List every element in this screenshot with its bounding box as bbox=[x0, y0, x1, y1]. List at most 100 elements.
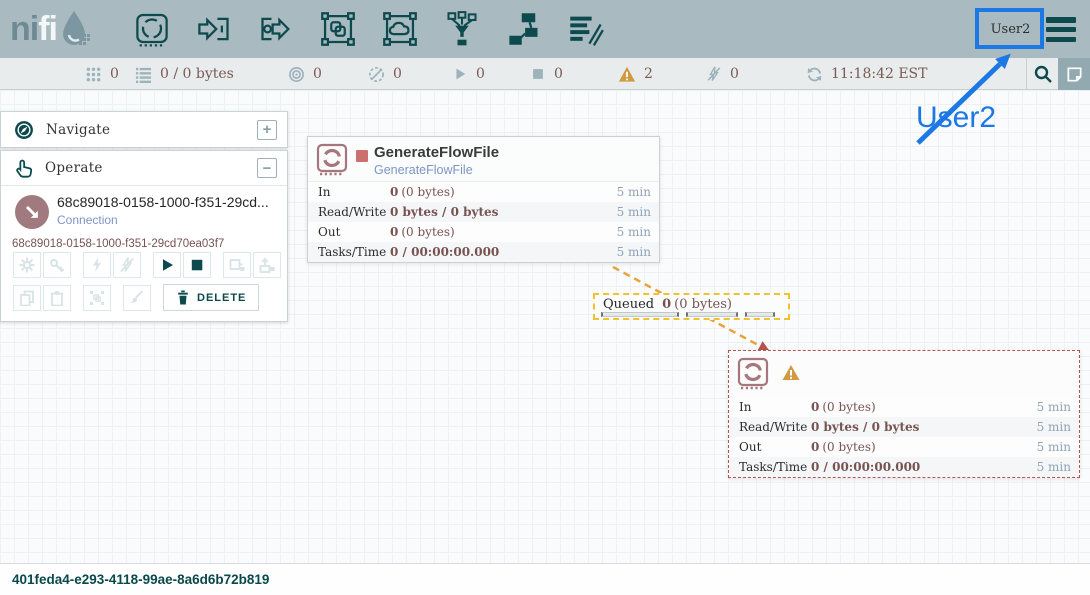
lightning-icon bbox=[89, 257, 105, 273]
queued-count: 0 bbox=[662, 297, 671, 312]
stat-row-out: Out 0(0 bytes) 5 min bbox=[308, 222, 659, 242]
status-count: 2 bbox=[644, 66, 653, 82]
remote-process-group-button[interactable] bbox=[381, 10, 419, 48]
status-count: 0 / 0 bytes bbox=[160, 66, 234, 82]
stat-row-in: In 0(0 bytes) 5 min bbox=[308, 182, 659, 202]
trash-icon bbox=[176, 290, 190, 305]
navigate-panel: Navigate + bbox=[0, 111, 288, 148]
processor-new-selected[interactable]: In 0(0 bytes) 5 min Read/Write 0 bytes /… bbox=[728, 350, 1080, 478]
menu-bar bbox=[1046, 27, 1076, 33]
copy-icon bbox=[19, 290, 35, 306]
paste-button[interactable] bbox=[43, 285, 71, 311]
enable-button[interactable] bbox=[83, 252, 111, 278]
funnel-button[interactable] bbox=[443, 10, 481, 48]
sticky-note-icon bbox=[1065, 65, 1084, 84]
operate-panel: Operate − 68c89018-0158-1000-f351-29cd..… bbox=[0, 150, 288, 322]
processor-generate-flow-file[interactable]: GenerateFlowFile GenerateFlowFile In 0(0… bbox=[307, 136, 660, 263]
selected-component-type: Connection bbox=[57, 213, 118, 227]
copy-button[interactable] bbox=[13, 285, 41, 311]
processor-type: GenerateFlowFile bbox=[374, 163, 473, 177]
color-button[interactable] bbox=[123, 285, 151, 311]
upload-template-icon bbox=[259, 257, 275, 273]
bulletin-panel-button[interactable] bbox=[1058, 58, 1090, 90]
nifi-app: nifi bbox=[0, 0, 1090, 595]
selected-component-name: 68c89018-0158-1000-f351-29cd... bbox=[57, 194, 279, 210]
process-group-button[interactable] bbox=[319, 10, 357, 48]
delete-label: DELETE bbox=[197, 292, 246, 304]
label-button[interactable] bbox=[567, 10, 605, 48]
input-port-button[interactable] bbox=[195, 10, 233, 48]
status-queued: 0 / 0 bytes bbox=[135, 58, 234, 90]
output-port-icon bbox=[258, 11, 294, 47]
operate-collapse-button[interactable]: − bbox=[257, 158, 277, 178]
flow-status-bar: 0 0 / 0 bytes 0 0 bbox=[0, 58, 1090, 90]
stat-row-tasks: Tasks/Time 0 / 00:00:00.000 5 min bbox=[729, 457, 1079, 477]
global-menu-button[interactable] bbox=[1046, 17, 1076, 42]
stat-row-out: Out 0(0 bytes) 5 min bbox=[729, 437, 1079, 457]
queued-list-icon bbox=[135, 66, 152, 83]
output-port-button[interactable] bbox=[257, 10, 295, 48]
status-last-refresh: 11:18:42 EST bbox=[806, 58, 927, 90]
group-button[interactable] bbox=[83, 285, 111, 311]
paste-icon bbox=[49, 290, 65, 306]
process-group-id: 401feda4-e293-4118-99ae-8a6d6b72b819 bbox=[12, 572, 269, 587]
status-count: 0 bbox=[313, 66, 322, 82]
navigate-title: Navigate bbox=[46, 122, 257, 138]
menu-bar bbox=[1046, 17, 1076, 23]
processor-title: GenerateFlowFile bbox=[374, 144, 499, 161]
stop-icon bbox=[189, 257, 205, 273]
save-template-icon bbox=[229, 257, 245, 273]
template-icon bbox=[506, 11, 542, 47]
processor-icon bbox=[134, 11, 170, 47]
disable-button[interactable] bbox=[113, 252, 141, 278]
group-icon bbox=[89, 290, 105, 306]
hand-pointer-icon bbox=[13, 158, 34, 179]
operate-buttons-row-1 bbox=[13, 252, 283, 278]
queued-size: (0 bytes) bbox=[674, 297, 732, 312]
current-user-label: User2 bbox=[977, 10, 1044, 48]
create-template-button[interactable] bbox=[223, 252, 251, 278]
stop-button[interactable] bbox=[183, 252, 211, 278]
processor-button[interactable] bbox=[133, 10, 171, 48]
status-count: 0 bbox=[393, 66, 402, 82]
logo-ni: ni bbox=[10, 10, 38, 48]
flow-canvas[interactable]: Navigate + Operate − 68c89018 bbox=[0, 90, 1090, 563]
status-count: 0 bbox=[554, 66, 563, 82]
status-count: 0 bbox=[110, 66, 119, 82]
funnel-icon bbox=[444, 11, 480, 47]
connection-type-icon bbox=[15, 195, 49, 229]
configure-button[interactable] bbox=[13, 252, 41, 278]
navigate-expand-button[interactable]: + bbox=[257, 120, 277, 140]
search-button[interactable] bbox=[1026, 58, 1058, 90]
remote-transmitting-icon bbox=[288, 66, 305, 83]
processor-stamp-icon bbox=[315, 142, 351, 178]
stat-row-readwrite: Read/Write 0 bytes / 0 bytes 5 min bbox=[729, 417, 1079, 437]
upload-template-button[interactable] bbox=[253, 252, 281, 278]
status-running: 0 bbox=[452, 58, 485, 90]
refresh-icon bbox=[806, 66, 823, 83]
remote-not-transmitting-icon bbox=[368, 66, 385, 83]
disabled-icon bbox=[706, 66, 722, 82]
lightning-slash-icon bbox=[119, 257, 135, 273]
canvas-footer: 401feda4-e293-4118-99ae-8a6d6b72b819 bbox=[0, 563, 1090, 595]
status-active-threads: 0 bbox=[85, 58, 119, 90]
start-button[interactable] bbox=[153, 252, 181, 278]
queue-bar bbox=[601, 312, 679, 317]
queue-indicator-bars bbox=[601, 312, 775, 317]
delete-button[interactable]: DELETE bbox=[163, 284, 259, 311]
queue-bar bbox=[686, 312, 738, 317]
nifi-logo: nifi bbox=[10, 8, 93, 50]
status-not-transmitting: 0 bbox=[368, 58, 402, 90]
search-icon bbox=[1033, 64, 1053, 84]
template-button[interactable] bbox=[505, 10, 543, 48]
selected-component-id: 68c89018-0158-1000-f351-29cd70ea03f7 bbox=[12, 238, 224, 250]
invalid-warning-icon bbox=[781, 363, 801, 383]
status-count: 0 bbox=[730, 66, 739, 82]
processor-header bbox=[729, 351, 1079, 397]
play-icon bbox=[159, 257, 175, 273]
access-policies-button[interactable] bbox=[43, 252, 71, 278]
input-port-icon bbox=[196, 11, 232, 47]
stat-row-readwrite: Read/Write 0 bytes / 0 bytes 5 min bbox=[308, 202, 659, 222]
logo-fi: fi bbox=[38, 10, 57, 48]
connection-label[interactable]: Queued0(0 bytes) bbox=[593, 293, 790, 320]
